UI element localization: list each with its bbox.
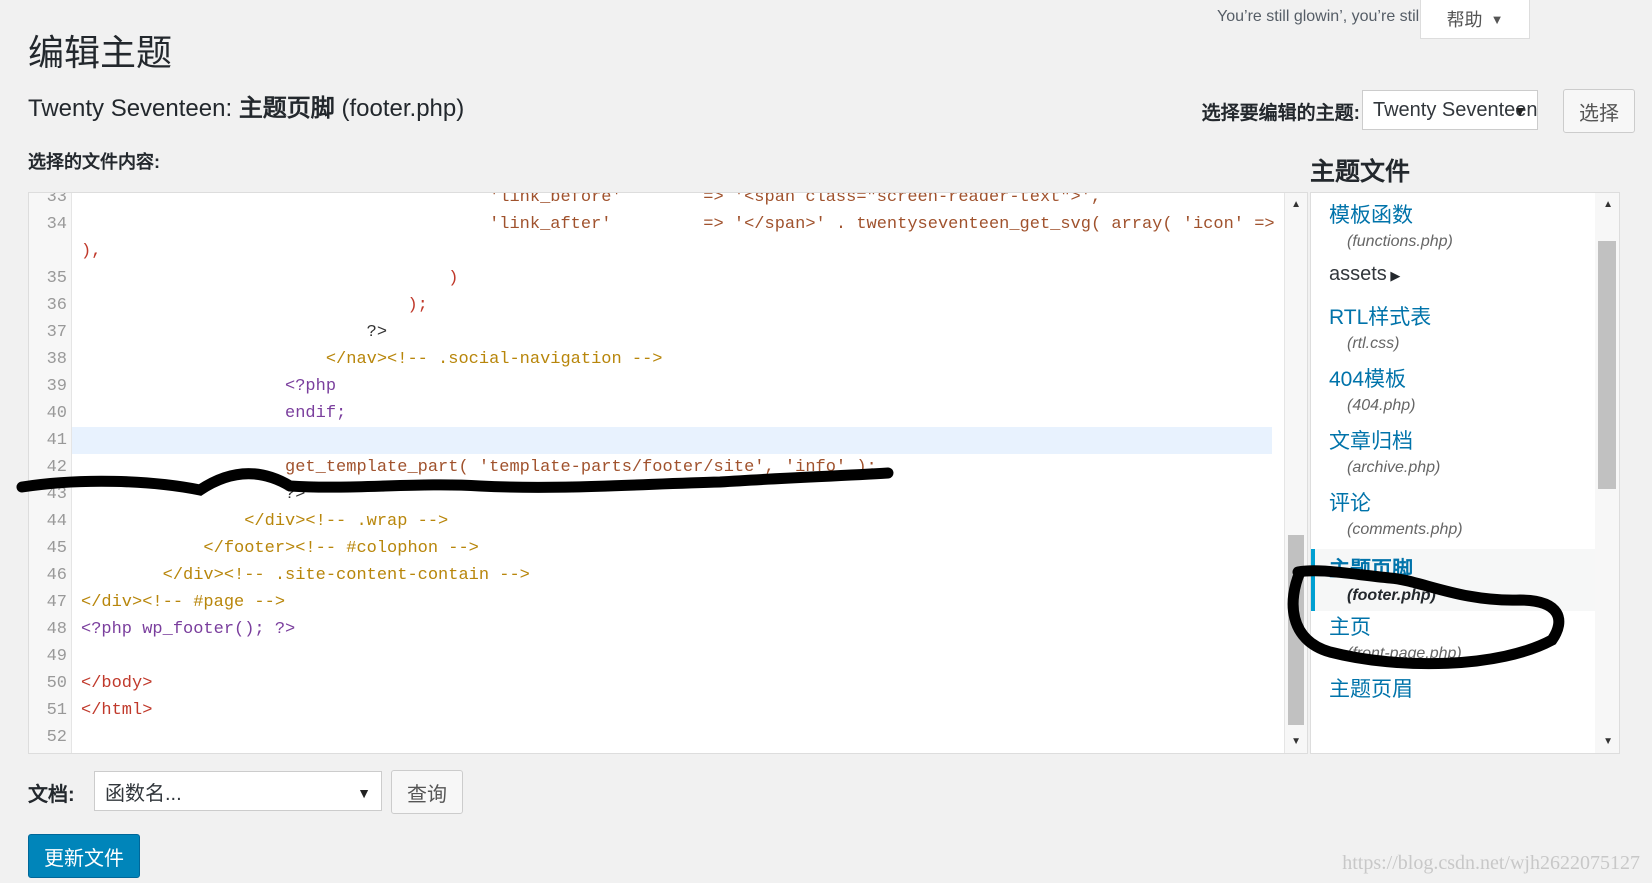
help-tab[interactable]: 帮助 ▼ [1420, 0, 1530, 39]
code-text: </nav><!-- .social-navigation --> [81, 350, 663, 369]
file-list-item[interactable]: 404模板 (404.php) [1311, 363, 1597, 415]
caret-down-icon: ▼ [1513, 103, 1527, 119]
line-number: 43 [46, 485, 67, 504]
file-name: (rtl.css) [1347, 335, 1400, 352]
code-text: ), [81, 242, 102, 261]
file-list-scrollbar[interactable]: ▲ ▼ [1595, 193, 1619, 753]
update-file-button[interactable]: 更新文件 [28, 834, 140, 878]
selected-content-label: 选择的文件内容: [28, 152, 160, 172]
line-number: 49 [46, 647, 67, 666]
theme-select[interactable]: Twenty Seventeen ▼ [1362, 90, 1538, 130]
scroll-down-icon[interactable]: ▼ [1603, 736, 1613, 747]
code-text: ) [81, 269, 459, 288]
file-name: (archive.php) [1347, 459, 1441, 476]
scroll-up-icon[interactable]: ▲ [1603, 199, 1613, 210]
function-name-placeholder: 函数名... [105, 782, 182, 805]
file-list-scrollbar-thumb[interactable] [1598, 241, 1616, 489]
line-number: 46 [46, 566, 67, 585]
editor-scrollbar[interactable]: ▲ ▼ [1284, 193, 1307, 753]
file-list-item[interactable]: 主题页脚 (footer.php) [1311, 549, 1597, 611]
line-number: 42 [46, 458, 67, 477]
code-text: <?php [81, 377, 337, 396]
folder-label: assets [1329, 263, 1387, 285]
code-text: </footer><!-- #colophon --> [81, 539, 479, 558]
code-text: endif; [81, 404, 347, 423]
line-number: 33 [46, 192, 67, 207]
folder-item[interactable]: assets ▶ [1311, 263, 1597, 286]
line-number: 48 [46, 620, 67, 639]
code-text: </html> [81, 701, 153, 720]
caret-down-icon: ▼ [1490, 11, 1504, 27]
file-label: 评论 [1329, 492, 1371, 515]
file-list-item[interactable]: 主页 (front-page.php) [1311, 611, 1597, 663]
line-number: 37 [46, 323, 67, 342]
line-number: 35 [46, 269, 67, 288]
function-name-select[interactable]: 函数名... ▼ [94, 771, 382, 811]
file-name: (front-page.php) [1347, 645, 1462, 662]
line-number: 50 [46, 674, 67, 693]
code-editor[interactable]: 33 'link_before' => '<span class="screen… [28, 192, 1308, 754]
file-list-item[interactable]: 主题页眉 [1311, 673, 1597, 703]
help-label: 帮助 [1446, 10, 1483, 30]
file-list-item[interactable]: 评论 (comments.php) [1311, 487, 1597, 539]
file-label: RTL样式表 [1329, 306, 1432, 329]
file-name: (functions.php) [1347, 233, 1453, 250]
file-title-prefix: Twenty Seventeen: [28, 95, 233, 122]
code-text: <?php wp_footer(); ?> [81, 620, 296, 639]
file-name: (comments.php) [1347, 521, 1463, 538]
file-name: (404.php) [1347, 397, 1416, 414]
file-title: Twenty Seventeen: 主题页脚 (footer.php) [28, 88, 464, 123]
caret-down-icon: ▼ [357, 785, 371, 801]
documentation-label: 文档: [28, 784, 75, 806]
scroll-up-icon[interactable]: ▲ [1291, 199, 1301, 210]
scroll-down-icon[interactable]: ▼ [1291, 736, 1301, 747]
line-number: 45 [46, 539, 67, 558]
line-number: 44 [46, 512, 67, 531]
code-text: </div><!-- .site-content-contain --> [81, 566, 530, 585]
code-text: 'link_after' => '</span>' . twentysevent… [81, 215, 1308, 234]
code-text: </div><!-- .wrap --> [81, 512, 449, 531]
line-number: 36 [46, 296, 67, 315]
file-name: (footer.php) [1347, 587, 1436, 604]
file-label: 404模板 [1329, 368, 1407, 391]
line-number: 41 [46, 431, 67, 450]
code-text: ?> [81, 323, 388, 342]
line-number: 47 [46, 593, 67, 612]
theme-file-list: 模板函数 (functions.php) assets ▶ RTL样式表 (rtl.cs… [1310, 192, 1620, 754]
theme-files-heading: 主题文件 [1310, 158, 1411, 186]
file-title-name: 主题页脚 [238, 95, 335, 122]
highlighted-line [72, 427, 1272, 454]
code-text: ?> [81, 485, 306, 504]
line-number: 40 [46, 404, 67, 423]
file-label: 主题页眉 [1329, 678, 1413, 701]
code-text: </div><!-- #page --> [81, 593, 286, 612]
file-list-item[interactable]: 模板函数 (functions.php) [1311, 199, 1597, 251]
code-text: get_template_part( 'template-parts/foote… [81, 458, 877, 477]
theme-select-label: 选择要编辑的主题: [1201, 103, 1360, 124]
select-theme-button[interactable]: 选择 [1563, 89, 1635, 133]
line-number: 51 [46, 701, 67, 720]
code-text: </body> [81, 674, 153, 693]
page-title: 编辑主题 [28, 32, 173, 73]
file-label: 主页 [1329, 616, 1371, 639]
file-label: 模板函数 [1329, 204, 1413, 227]
watermark: https://blog.csdn.net/wjh2622075127 [1342, 852, 1640, 874]
file-list-item[interactable]: RTL样式表 (rtl.css) [1311, 301, 1597, 353]
line-number: 39 [46, 377, 67, 396]
lookup-button[interactable]: 查询 [391, 770, 463, 814]
editor-scrollbar-thumb[interactable] [1288, 535, 1304, 725]
expand-arrow-icon: ▶ [1386, 268, 1401, 283]
line-number: 52 [46, 728, 67, 747]
file-label: 主题页脚 [1329, 558, 1413, 581]
code-text: 'link_before' => '<span class="screen-re… [81, 192, 1102, 207]
code-text: ); [81, 296, 428, 315]
file-list-item[interactable]: 文章归档 (archive.php) [1311, 425, 1597, 477]
file-title-file: (footer.php) [341, 95, 465, 122]
file-label: 文章归档 [1329, 430, 1413, 453]
line-number: 34 [46, 215, 67, 234]
line-number: 38 [46, 350, 67, 369]
